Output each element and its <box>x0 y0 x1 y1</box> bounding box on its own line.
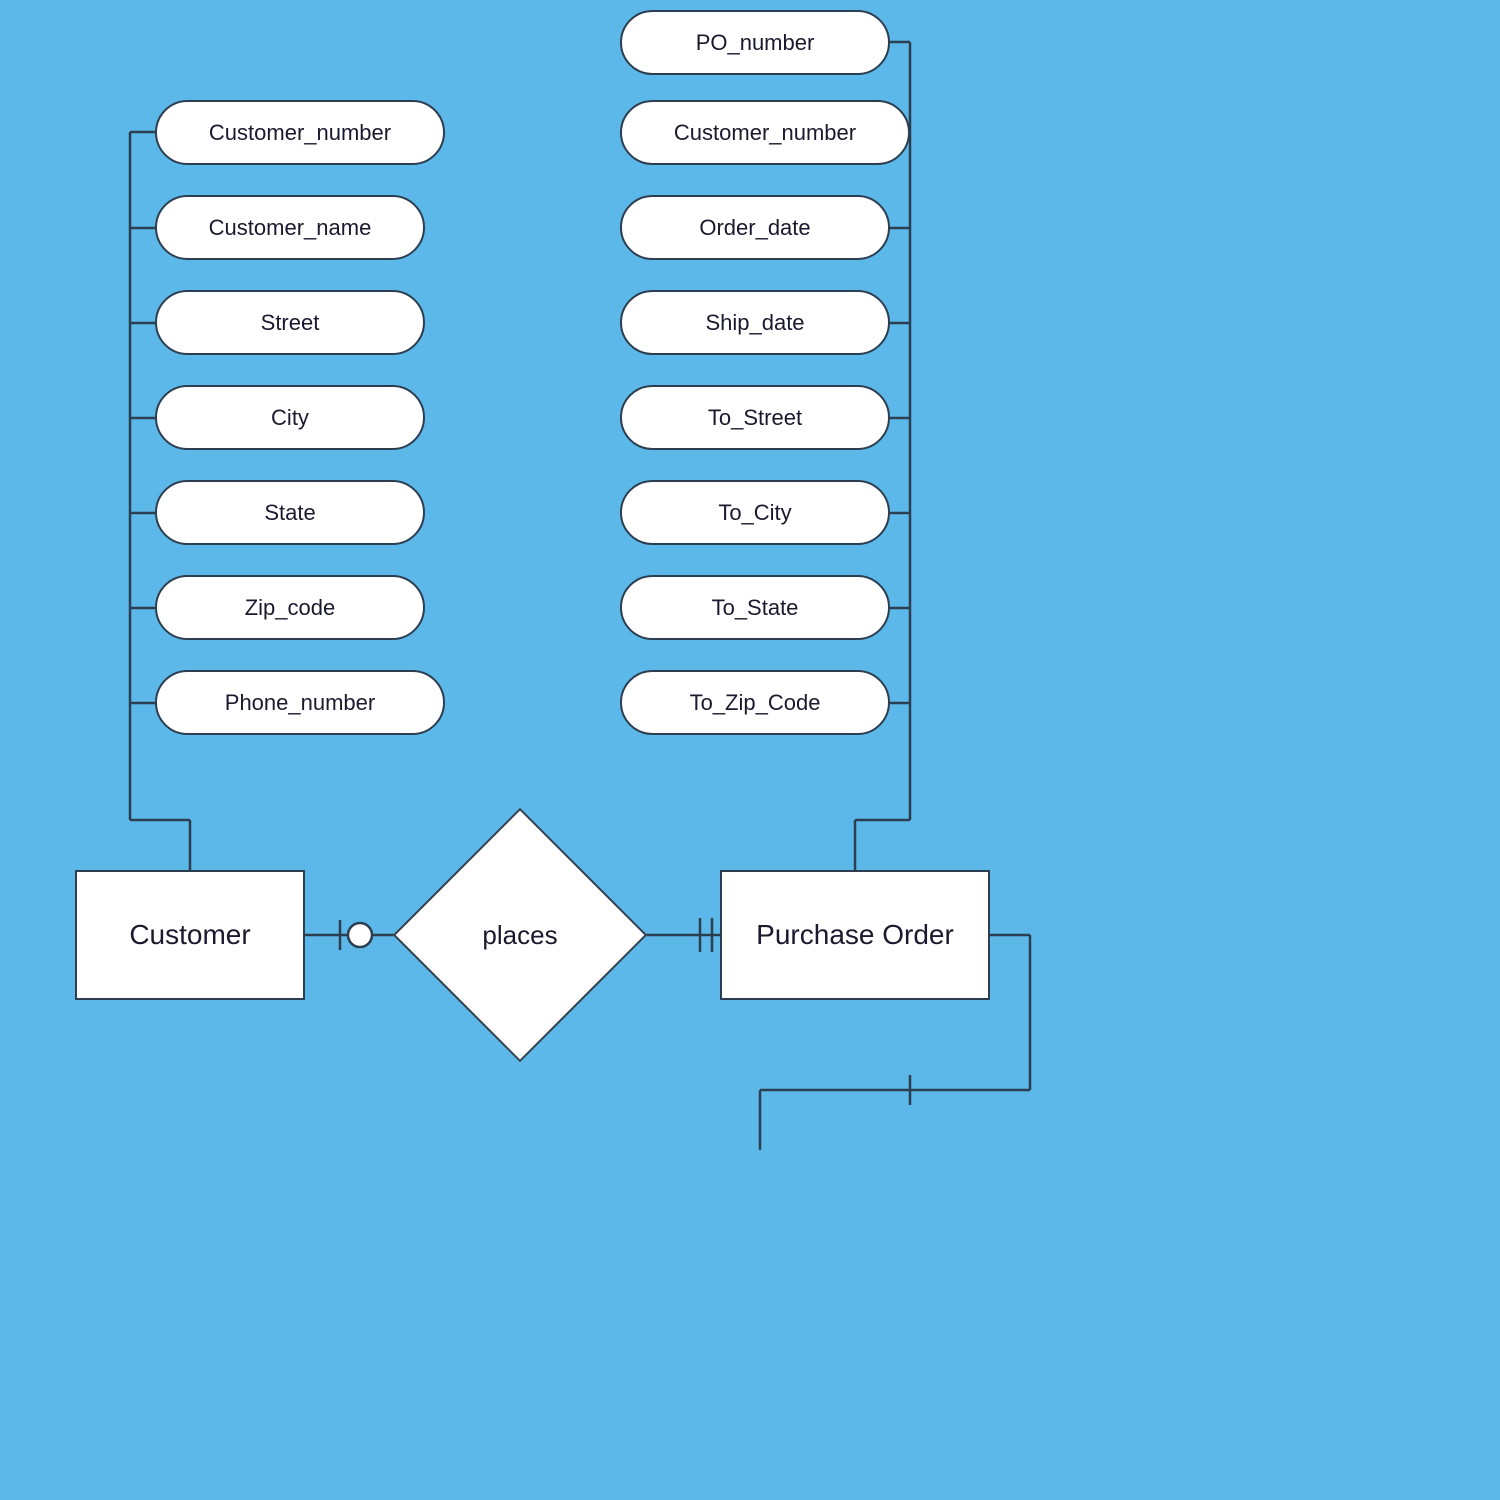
attr-to-street: To_Street <box>620 385 890 450</box>
attr-po-customer-number: Customer_number <box>620 100 910 165</box>
relationship-diamond: places <box>420 835 620 1035</box>
attr-street: Street <box>155 290 425 355</box>
attr-to-state: To_State <box>620 575 890 640</box>
attr-ship-date: Ship_date <box>620 290 890 355</box>
attr-city: City <box>155 385 425 450</box>
attr-to-city: To_City <box>620 480 890 545</box>
attr-customer-name: Customer_name <box>155 195 425 260</box>
attr-phone-number: Phone_number <box>155 670 445 735</box>
diagram-container: Customer_number Customer_name Street Cit… <box>0 0 1500 1500</box>
attr-zip-code: Zip_code <box>155 575 425 640</box>
attr-order-date: Order_date <box>620 195 890 260</box>
attr-customer-number: Customer_number <box>155 100 445 165</box>
attr-to-zip-code: To_Zip_Code <box>620 670 890 735</box>
customer-entity: Customer <box>75 870 305 1000</box>
attr-po-number: PO_number <box>620 10 890 75</box>
purchase-order-entity: Purchase Order <box>720 870 990 1000</box>
relationship-label: places <box>482 920 557 951</box>
attr-state: State <box>155 480 425 545</box>
